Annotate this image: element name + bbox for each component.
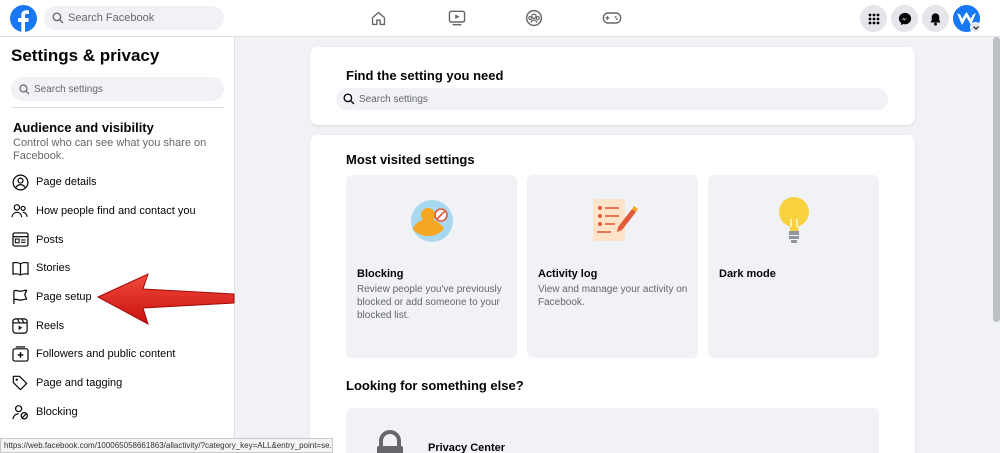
most-visited-title: Most visited settings bbox=[346, 152, 475, 167]
sidebar-item-posts[interactable]: Posts bbox=[11, 225, 231, 254]
notifications-icon[interactable] bbox=[922, 5, 949, 32]
settings-search-input[interactable] bbox=[34, 83, 214, 95]
activity-log-illustration-icon bbox=[527, 195, 698, 251]
sidebar-item-label: Reels bbox=[36, 319, 65, 332]
sidebar-title: Settings & privacy bbox=[11, 46, 160, 65]
sidebar-item-blocking[interactable]: Blocking bbox=[11, 398, 231, 427]
settings-search[interactable] bbox=[11, 77, 224, 101]
sidebar-item-label: Page and tagging bbox=[36, 377, 123, 390]
lightbulb-illustration-icon bbox=[708, 195, 879, 251]
settings-sidebar: Settings & privacy Audience and visibili… bbox=[0, 37, 235, 453]
stories-icon bbox=[11, 259, 29, 277]
main-settings-search[interactable] bbox=[336, 88, 888, 110]
sidebar-divider bbox=[11, 107, 224, 108]
search-icon bbox=[52, 12, 64, 24]
posts-icon bbox=[11, 231, 29, 249]
tile-description: View and manage your activity on Faceboo… bbox=[538, 284, 688, 308]
tile-title: Activity log bbox=[538, 268, 598, 280]
sidebar-item-tagging[interactable]: Page and tagging bbox=[11, 369, 231, 398]
tile-title: Dark mode bbox=[719, 268, 776, 280]
section-description: Control who can see what you share on Fa… bbox=[13, 137, 207, 162]
tag-icon bbox=[11, 374, 29, 392]
looking-title: Looking for something else? bbox=[346, 378, 524, 393]
menu-grid-icon[interactable] bbox=[860, 5, 887, 32]
sidebar-item-label: Stories bbox=[36, 262, 71, 275]
sidebar-item-label: Blocking bbox=[36, 405, 78, 418]
reels-icon bbox=[11, 317, 29, 335]
facebook-search-input[interactable] bbox=[68, 12, 218, 24]
home-icon[interactable] bbox=[366, 7, 390, 29]
facebook-logo-icon[interactable] bbox=[10, 5, 37, 32]
account-chevron-icon[interactable] bbox=[970, 22, 981, 33]
find-setting-title: Find the setting you need bbox=[346, 68, 504, 83]
person-circle-icon bbox=[11, 173, 29, 191]
find-setting-card: Find the setting you need bbox=[310, 47, 915, 125]
page-scrollbar[interactable] bbox=[993, 37, 1000, 322]
status-bar-url: https://web.facebook.com/100065058661863… bbox=[0, 438, 333, 453]
sidebar-item-label: Followers and public content bbox=[36, 348, 176, 361]
people-icon bbox=[11, 202, 29, 220]
blocking-icon bbox=[11, 403, 29, 421]
messenger-icon[interactable] bbox=[891, 5, 918, 32]
lock-icon bbox=[377, 430, 403, 453]
sidebar-item-find-contact[interactable]: How people find and contact you bbox=[11, 197, 231, 226]
annotation-arrow-icon bbox=[96, 273, 235, 326]
most-visited-card: Most visited settings Blocking Review pe… bbox=[310, 135, 915, 453]
top-navigation-bar bbox=[0, 0, 1000, 37]
sidebar-item-followers[interactable]: Followers and public content bbox=[11, 340, 231, 369]
section-title: Audience and visibility bbox=[13, 120, 154, 135]
watch-icon[interactable] bbox=[445, 7, 469, 29]
tile-title: Blocking bbox=[357, 268, 404, 280]
gaming-icon[interactable] bbox=[600, 7, 624, 29]
privacy-center-row[interactable]: Privacy Center bbox=[346, 408, 879, 453]
sidebar-item-label: Page setup bbox=[36, 291, 92, 304]
tile-description: Review people you've previously blocked … bbox=[357, 284, 502, 321]
sidebar-item-page-details[interactable]: Page details bbox=[11, 168, 231, 197]
tile-blocking[interactable]: Blocking Review people you've previously… bbox=[346, 175, 517, 358]
followers-icon bbox=[11, 345, 29, 363]
main-settings-search-input[interactable] bbox=[359, 93, 859, 105]
tile-activity-log[interactable]: Activity log View and manage your activi… bbox=[527, 175, 698, 358]
search-icon bbox=[19, 83, 30, 94]
sidebar-item-label: Posts bbox=[36, 233, 64, 246]
facebook-search[interactable] bbox=[44, 6, 224, 30]
sidebar-item-label: Page details bbox=[36, 176, 97, 189]
blocking-illustration-icon bbox=[346, 195, 517, 251]
tile-dark-mode[interactable]: Dark mode bbox=[708, 175, 879, 358]
groups-icon[interactable] bbox=[522, 7, 546, 29]
search-icon bbox=[343, 93, 355, 105]
privacy-center-label: Privacy Center bbox=[428, 442, 506, 453]
sidebar-item-label: How people find and contact you bbox=[36, 205, 196, 218]
flag-icon bbox=[11, 288, 29, 306]
